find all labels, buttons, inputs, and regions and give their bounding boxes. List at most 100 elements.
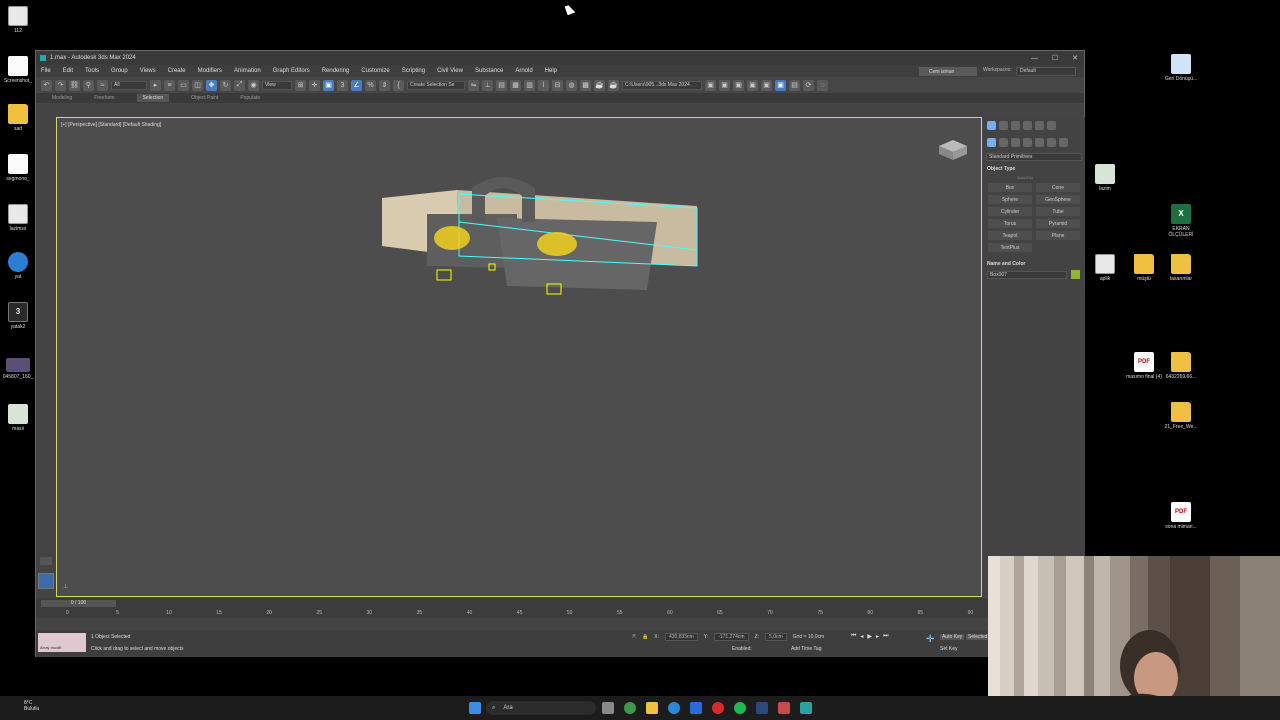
menu-item-substance[interactable]: Substance (475, 68, 503, 74)
helpers-icon[interactable] (1035, 138, 1044, 147)
layer-explorer-icon[interactable]: ▤ (496, 79, 507, 91)
chrome-icon[interactable] (624, 702, 636, 714)
save-as-icon[interactable]: ▣ (733, 79, 744, 91)
weather-widget[interactable]: 8°C Bulutlu (8, 700, 39, 712)
desktop-icon[interactable]: PDF sona mimari... (1161, 502, 1201, 530)
named-selection-set-select[interactable]: Create Selection Se (407, 80, 465, 90)
menu-item-file[interactable]: File (41, 68, 51, 74)
link-icon[interactable]: ⛓ (69, 79, 80, 91)
desktop-icon[interactable]: 112 (0, 6, 38, 34)
select-manipulate-icon[interactable]: ▣ (323, 79, 334, 91)
hierarchy-tab-icon[interactable] (1011, 121, 1020, 130)
3dsmax-taskbar-icon[interactable] (800, 702, 812, 714)
name-color-rollout[interactable]: Name and Color (983, 258, 1085, 270)
select-object-icon[interactable]: ▸ (150, 79, 161, 91)
ribbon-toggle-icon[interactable]: ▥ (524, 79, 535, 91)
save-icon[interactable]: ▣ (719, 79, 730, 91)
display-tab-icon[interactable] (1035, 121, 1044, 130)
store-icon[interactable] (690, 702, 702, 714)
menu-item-edit[interactable]: Edit (63, 68, 73, 74)
object-type-rollout[interactable]: Object Type (983, 163, 1085, 175)
layout-icon[interactable]: ▤ (789, 79, 800, 91)
menu-item-arnold[interactable]: Arnold (515, 68, 532, 74)
desktop-icon[interactable]: yat (0, 252, 38, 280)
align-icon[interactable]: ⊥ (482, 79, 493, 91)
primitive-cone-button[interactable]: Cone (1036, 183, 1080, 192)
auto-key-button[interactable]: Auto Key (940, 634, 965, 640)
viewcube-icon[interactable] (935, 136, 971, 162)
desktop-icon[interactable]: 045807_150_ (0, 358, 38, 380)
primitive-sphere-button[interactable]: Sphere (988, 195, 1032, 204)
app-icon[interactable] (778, 702, 790, 714)
curve-editor-icon[interactable]: ⌇ (538, 79, 549, 91)
x-coord-field[interactable]: 430,833cm (664, 633, 698, 641)
timeline-ticks[interactable]: 0 5 10 15 20 25 30 35 40 45 50 55 60 65 70 75 80 85 90 (36, 610, 1086, 618)
desktop-icon[interactable]: masii (0, 404, 38, 432)
scene-explorer-icon[interactable]: ▦ (510, 79, 521, 91)
go-to-start-icon[interactable]: ⏮ (851, 633, 856, 640)
primitive-geosphere-button[interactable]: GeoSphere (1036, 195, 1080, 204)
tools-icon[interactable]: ▣ (775, 79, 786, 91)
opera-icon[interactable] (712, 702, 724, 714)
redo-icon[interactable]: ↷ (55, 79, 66, 91)
menu-item-modifiers[interactable]: Modifiers (198, 68, 222, 74)
absolute-mode-icon[interactable]: ⤧ (632, 634, 636, 640)
bind-spacewarp-icon[interactable]: ≈ (97, 79, 108, 91)
y-coord-field[interactable]: -171,274cm (714, 633, 749, 641)
project-path-select[interactable]: C:\Users\905...3ds Max 2024 (622, 80, 702, 90)
primitive-torus-button[interactable]: Torus (988, 219, 1032, 228)
menu-item-views[interactable]: Views (140, 68, 156, 74)
space-warps-icon[interactable] (1047, 138, 1056, 147)
autogrid-checkbox[interactable]: AutoGrid (983, 175, 1085, 183)
undo-icon[interactable]: ↶ (41, 79, 52, 91)
file-explorer-icon[interactable] (646, 702, 658, 714)
menu-item-graph-editors[interactable]: Graph Editors (273, 68, 310, 74)
task-view-icon[interactable] (602, 702, 614, 714)
maxscript-listener[interactable]: Array modifi (38, 633, 86, 652)
open-icon[interactable]: ▣ (705, 79, 716, 91)
arnold-icon[interactable]: ◌ (817, 79, 828, 91)
object-name-input[interactable]: Box007 (987, 270, 1067, 279)
lights-icon[interactable] (1011, 138, 1020, 147)
desktop-icon[interactable]: Geri Dönüşü... (1161, 54, 1201, 82)
primitive-box-button[interactable]: Box (988, 183, 1032, 192)
sync-icon[interactable]: ⟳ (803, 79, 814, 91)
play-icon[interactable]: ▶ (867, 633, 872, 640)
desktop-icon[interactable]: 3 yatak2 (0, 302, 38, 330)
ribbon-tab-populate[interactable]: Populate (240, 95, 260, 101)
object-color-swatch[interactable] (1071, 270, 1080, 279)
spotify-icon[interactable] (734, 702, 746, 714)
viewport-layout-icon[interactable] (38, 573, 54, 589)
minimize-button[interactable]: — (1031, 55, 1038, 62)
select-scale-icon[interactable]: ⤢ (234, 79, 245, 91)
menu-item-create[interactable]: Create (168, 68, 186, 74)
place-icon[interactable]: ◉ (248, 79, 259, 91)
primitive-textplus-button[interactable]: TextPlus (988, 243, 1032, 252)
ribbon-tab-object-paint[interactable]: Object Paint (191, 95, 218, 101)
systems-icon[interactable] (1059, 138, 1068, 147)
desktop-icon[interactable]: segmono_ (0, 154, 38, 182)
lock-selection-icon[interactable]: 🔒 (642, 634, 648, 640)
primitive-plane-button[interactable]: Plane (1036, 231, 1080, 240)
expand-layouts-icon[interactable] (40, 557, 52, 565)
start-icon[interactable] (469, 702, 481, 714)
render-setup-icon[interactable]: ▩ (580, 79, 591, 91)
select-by-name-icon[interactable]: ≡ (164, 79, 175, 91)
desktop-icon[interactable]: X EKRAN ÖLÇÜLERİ (1161, 204, 1201, 238)
create-tab-icon[interactable] (987, 121, 996, 130)
select-rotate-icon[interactable]: ↻ (220, 79, 231, 91)
ribbon-tab-freeform[interactable]: Freeform (94, 95, 114, 101)
ribbon-tab-modeling[interactable]: Modeling (52, 95, 72, 101)
primitive-teapot-button[interactable]: Teapot (988, 231, 1032, 240)
close-button[interactable]: ✕ (1072, 54, 1078, 62)
menu-item-civil-view[interactable]: Civil View (437, 68, 463, 74)
primitive-category-select[interactable]: Standard Primitives (986, 153, 1082, 161)
mirror-icon[interactable]: ⇋ (468, 79, 479, 91)
schematic-view-icon[interactable]: ⊟ (552, 79, 563, 91)
z-coord-field[interactable]: 5,0cm (765, 633, 787, 641)
cameras-icon[interactable] (1023, 138, 1032, 147)
unlink-icon[interactable]: ⚲ (83, 79, 94, 91)
spinner-snap-icon[interactable]: ⇕ (379, 79, 390, 91)
desktop-icon[interactable]: lazim (1085, 164, 1125, 192)
desktop-icon[interactable]: PDF masımo final (4) (1124, 352, 1164, 380)
